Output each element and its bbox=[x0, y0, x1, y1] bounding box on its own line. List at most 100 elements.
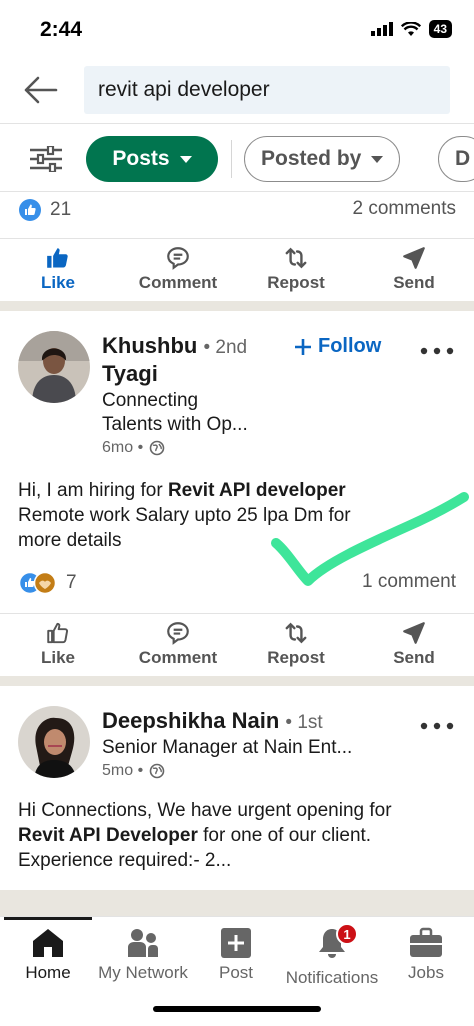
post-body: Hi Connections, We have urgent opening f… bbox=[18, 798, 458, 873]
headline-line-2: Talents with Op... bbox=[102, 414, 248, 435]
prev-post-comment-count[interactable]: 2 comments bbox=[353, 198, 456, 220]
feed-separator bbox=[0, 301, 474, 311]
chevron-down-icon bbox=[371, 155, 384, 163]
post-reactions[interactable]: 7 bbox=[18, 571, 77, 595]
author-full-name: Deepshikha Nain bbox=[102, 708, 280, 733]
home-icon bbox=[33, 929, 63, 957]
repost-button[interactable]: Repost bbox=[246, 620, 346, 668]
nav-home[interactable]: Home bbox=[20, 927, 76, 983]
notifications-icon-wrap: 1 bbox=[316, 923, 358, 964]
prev-post-action-bar: Like Comment Repost Send bbox=[0, 238, 474, 300]
repost-button[interactable]: Repost bbox=[246, 245, 346, 293]
post-meta: 5mo • bbox=[102, 762, 165, 780]
post-body-highlight: Revit API Developer bbox=[18, 825, 198, 846]
like-label: Like bbox=[40, 273, 76, 292]
plus-square-icon bbox=[221, 928, 251, 958]
like-reaction-icon bbox=[19, 199, 41, 221]
comment-label: Comment bbox=[138, 648, 218, 667]
nav-my-network-label: My Network bbox=[98, 963, 188, 982]
filter-posted-by-label: Posted by bbox=[261, 147, 362, 170]
repost-label: Repost bbox=[267, 273, 325, 292]
send-icon bbox=[403, 622, 425, 644]
post-social-counts: 7 1 comment bbox=[0, 563, 474, 603]
author-name[interactable]: Khushbu • 2nd bbox=[102, 333, 247, 359]
post-body-line-2-rest: for one of our client. bbox=[197, 825, 372, 846]
follow-label: Follow bbox=[318, 335, 382, 357]
send-button[interactable]: Send bbox=[364, 620, 464, 668]
profile-photo-icon bbox=[18, 706, 90, 778]
avatar[interactable] bbox=[18, 331, 90, 403]
send-button[interactable]: Send bbox=[364, 245, 464, 293]
prev-post-social-counts: 21 2 comments bbox=[0, 190, 474, 230]
people-icon bbox=[128, 929, 158, 957]
like-button[interactable]: Like bbox=[8, 620, 108, 668]
signal-icon bbox=[370, 22, 393, 36]
notifications-badge: 1 bbox=[336, 923, 358, 945]
author-first-name: Khushbu bbox=[102, 333, 198, 358]
feed-separator bbox=[0, 890, 474, 916]
repost-icon bbox=[285, 247, 307, 269]
sliders-icon bbox=[30, 144, 62, 174]
nav-notifications[interactable]: 1 Notifications bbox=[285, 923, 379, 988]
search-input[interactable]: revit api developer bbox=[84, 66, 450, 114]
battery-icon: 43 bbox=[428, 20, 452, 38]
avatar[interactable] bbox=[18, 706, 90, 778]
nav-my-network[interactable]: My Network bbox=[97, 927, 189, 983]
home-indicator bbox=[153, 1006, 321, 1012]
arrow-left-icon bbox=[24, 76, 58, 104]
thumbs-up-filled-icon bbox=[47, 248, 68, 268]
globe-icon bbox=[149, 763, 165, 779]
post-body-line-1: Hi Connections, We have urgent opening f… bbox=[18, 800, 392, 821]
author-name[interactable]: Deepshikha Nain • 1st bbox=[102, 708, 323, 734]
feed-separator bbox=[0, 676, 474, 686]
headline-line-1: Connecting bbox=[102, 390, 199, 411]
more-options-button[interactable] bbox=[420, 335, 454, 361]
filter-posts-label: Posts bbox=[112, 147, 170, 170]
post-body-line-3: Experience required:- 2... bbox=[18, 850, 232, 871]
nav-post-label: Post bbox=[218, 963, 254, 982]
thumbs-up-icon bbox=[47, 622, 69, 644]
search-header: revit api developer bbox=[0, 58, 474, 124]
nav-home-label: Home bbox=[25, 963, 71, 982]
post-body-line-2: Revit API Developer for one of our clien… bbox=[18, 823, 458, 848]
status-icons: 43 bbox=[370, 20, 452, 38]
back-button[interactable] bbox=[22, 74, 62, 108]
send-icon bbox=[403, 247, 425, 269]
filter-posted-by-pill[interactable]: Posted by bbox=[244, 136, 401, 182]
more-dots-icon bbox=[420, 722, 454, 730]
status-time: 2:44 bbox=[40, 18, 83, 41]
post-comment-count[interactable]: 1 comment bbox=[362, 571, 456, 593]
comment-label: Comment bbox=[138, 273, 218, 292]
send-label: Send bbox=[393, 273, 435, 292]
prev-post-reactions[interactable]: 21 bbox=[18, 198, 71, 222]
comment-button[interactable]: Comment bbox=[128, 245, 228, 293]
post-time: 5mo • bbox=[102, 762, 144, 779]
comment-button[interactable]: Comment bbox=[128, 620, 228, 668]
status-bar: 2:44 43 bbox=[0, 0, 474, 58]
nav-post[interactable]: Post bbox=[208, 927, 264, 983]
post-meta: 6mo • bbox=[102, 439, 165, 457]
repost-label: Repost bbox=[267, 648, 325, 667]
author-last-name[interactable]: Tyagi bbox=[102, 361, 158, 387]
active-tab-indicator bbox=[4, 917, 92, 920]
briefcase-icon bbox=[410, 927, 442, 957]
like-button[interactable]: Like bbox=[8, 245, 108, 293]
author-headline: Senior Manager at Nain Ent... bbox=[102, 737, 353, 758]
feed-post-deepshikha: Deepshikha Nain • 1st Senior Manager at … bbox=[0, 686, 474, 890]
filter-next-pill[interactable]: D bbox=[438, 136, 474, 182]
feed-post-khushbu: Khushbu • 2nd Tyagi Follow Connecting Ta… bbox=[0, 311, 474, 688]
more-options-button[interactable] bbox=[420, 710, 454, 736]
chevron-down-icon bbox=[179, 155, 192, 163]
plus-icon bbox=[295, 338, 311, 355]
filter-posts-pill[interactable]: Posts bbox=[86, 136, 218, 182]
nav-jobs[interactable]: Jobs bbox=[398, 927, 454, 983]
filter-settings-button[interactable] bbox=[30, 144, 62, 177]
globe-icon bbox=[149, 440, 165, 456]
like-label: Like bbox=[40, 648, 76, 667]
filter-bar: Posts Posted by D bbox=[0, 124, 474, 192]
comment-icon bbox=[167, 622, 189, 645]
follow-button[interactable]: Follow bbox=[294, 335, 381, 358]
nav-notifications-label: Notifications bbox=[285, 968, 379, 987]
reactions-stack-icon bbox=[18, 571, 57, 595]
post-time: 6mo • bbox=[102, 439, 144, 456]
